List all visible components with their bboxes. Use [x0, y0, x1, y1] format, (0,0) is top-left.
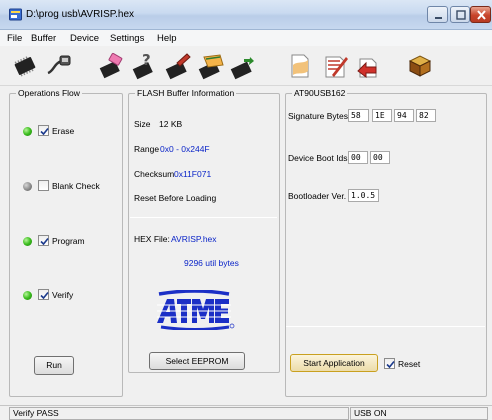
program-checkbox[interactable] — [38, 235, 49, 246]
title-bar: D:\prog usb\AVRISP.hex — [0, 0, 492, 30]
menu-bar: File Buffer Device Settings Help — [0, 30, 492, 46]
atmel-logo — [157, 290, 235, 330]
bootloader-version-field: 1.0.5 — [348, 189, 379, 202]
signature-byte-4: 82 — [416, 109, 436, 122]
checksum-value: 0x11F071 — [174, 169, 212, 179]
flash-separator — [130, 217, 277, 218]
program-status-led — [23, 237, 32, 246]
status-message: Verify PASS — [9, 407, 349, 420]
menu-buffer[interactable]: Buffer — [31, 33, 56, 44]
load-hex-icon[interactable] — [284, 51, 314, 81]
close-icon — [477, 10, 486, 20]
signature-byte-3: 94 — [394, 109, 414, 122]
hex-file-label: HEX File: — [134, 234, 170, 244]
flip-app-icon — [9, 8, 22, 21]
verify-label: Verify — [52, 290, 74, 300]
operations-flow-title: Operations Flow — [16, 88, 82, 98]
size-value: 12 KB — [159, 119, 183, 129]
checkmark-icon — [40, 237, 49, 246]
verify-status-led — [23, 291, 32, 300]
start-application-button[interactable]: Start Application — [290, 354, 378, 372]
boot-id-1: 00 — [348, 151, 368, 164]
erase-label: Erase — [52, 126, 75, 136]
chip-select-icon[interactable] — [10, 51, 40, 81]
signature-bytes-label: Signature Bytes — [288, 111, 349, 121]
checkmark-icon — [40, 291, 49, 300]
edit-buffer-icon[interactable] — [320, 51, 350, 81]
erase-checkbox[interactable] — [38, 125, 49, 136]
menu-settings[interactable]: Settings — [110, 33, 144, 44]
select-eeprom-button[interactable]: Select EEPROM — [149, 352, 245, 370]
signature-byte-1: 58 — [348, 109, 369, 122]
maximize-button[interactable] — [450, 6, 470, 23]
reset-before-loading-text: Reset Before Loading — [134, 193, 217, 203]
range-label: Range — [134, 144, 160, 154]
verify-chip-icon[interactable] — [196, 51, 226, 81]
range-value: 0x0 - 0x244F — [160, 144, 210, 154]
minimize-icon — [435, 17, 442, 19]
device-separator — [286, 326, 485, 327]
flash-buffer-group: FLASH Buffer Information — [128, 88, 280, 373]
util-bytes-text: 9296 util bytes — [184, 258, 239, 268]
menu-device[interactable]: Device — [70, 33, 99, 44]
menu-file[interactable]: File — [7, 33, 22, 44]
status-bar: Verify PASS USB ON — [0, 405, 492, 420]
device-name-title: AT90USB162 — [292, 88, 348, 98]
usb-status: USB ON — [350, 407, 488, 420]
reset-label: Reset — [398, 359, 421, 369]
close-button[interactable] — [470, 6, 491, 23]
erase-status-led — [23, 127, 32, 136]
boot-id-2: 00 — [370, 151, 390, 164]
maximize-icon — [456, 10, 466, 20]
device-boot-ids-label: Device Boot Ids — [288, 153, 348, 163]
blank-check-label: Blank Check — [52, 181, 100, 191]
device-group: AT90USB162 — [285, 88, 487, 397]
window-title: D:\prog usb\AVRISP.hex — [26, 9, 135, 20]
blank-check-status-led — [23, 182, 32, 191]
run-button[interactable]: Run — [34, 356, 74, 375]
checkmark-icon — [386, 360, 395, 369]
checksum-label: Checksum — [134, 169, 175, 179]
bootloader-version-label: Bootloader Ver. — [288, 191, 347, 201]
menu-help[interactable]: Help — [157, 33, 177, 44]
flash-buffer-title: FLASH Buffer Information — [135, 88, 237, 98]
size-label: Size — [134, 119, 151, 129]
hex-file-name: AVRISP.hex — [171, 234, 217, 244]
program-label: Program — [52, 236, 85, 246]
signature-byte-2: 1E — [372, 109, 392, 122]
blank-check-checkbox[interactable] — [38, 180, 49, 191]
save-buffer-icon[interactable] — [352, 51, 382, 81]
read-chip-icon[interactable] — [228, 51, 258, 81]
erase-chip-icon[interactable] — [96, 51, 126, 81]
usb-connect-icon[interactable] — [44, 51, 74, 81]
program-chip-icon[interactable] — [163, 51, 193, 81]
help-book-icon[interactable] — [404, 51, 434, 81]
checkmark-icon — [40, 127, 49, 136]
reset-checkbox[interactable] — [384, 358, 395, 369]
svg-text:?: ? — [142, 51, 151, 69]
minimize-button[interactable] — [427, 6, 448, 23]
blank-check-icon[interactable]: ? — [129, 51, 159, 81]
toolbar: ? — [0, 46, 492, 86]
verify-checkbox[interactable] — [38, 289, 49, 300]
